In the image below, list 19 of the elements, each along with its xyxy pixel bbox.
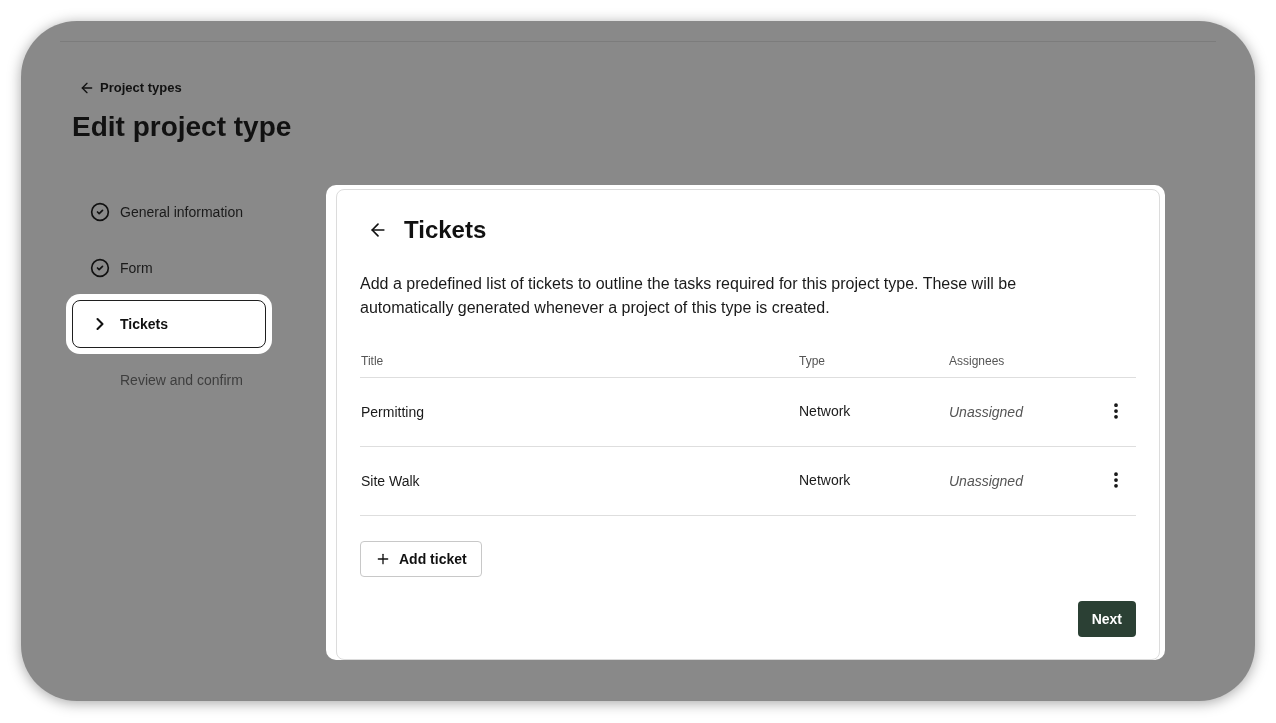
step-item[interactable]: Form <box>72 244 266 292</box>
table-cell-text: Site Walk <box>360 471 420 491</box>
column-header: Type <box>799 352 826 370</box>
plus-icon <box>375 551 391 567</box>
add-ticket-button[interactable]: Add ticket <box>360 541 482 577</box>
table-cell-text: Network <box>799 401 851 421</box>
panel-description: Add a predefined list of tickets to outline the tasks required for this project type. These will be automatically generated whenever a project of this type is created. <box>360 274 1018 318</box>
table-cell-text: Unassigned <box>949 471 1023 491</box>
table-cell-text: Unassigned <box>949 402 1023 422</box>
panel-title: Tickets <box>404 215 487 245</box>
column-header: Title <box>360 352 385 370</box>
column-header: Assignees <box>949 352 1006 370</box>
next-button[interactable]: Next <box>1077 601 1136 637</box>
back-link[interactable]: Project types <box>79 79 182 97</box>
step-item[interactable]: General information <box>72 188 266 236</box>
table-cell-text: Network <box>799 470 851 490</box>
step-item[interactable]: Review and confirm <box>72 356 266 404</box>
table-cell-text: Permitting <box>360 402 425 422</box>
page-title: Edit project type <box>72 110 292 144</box>
